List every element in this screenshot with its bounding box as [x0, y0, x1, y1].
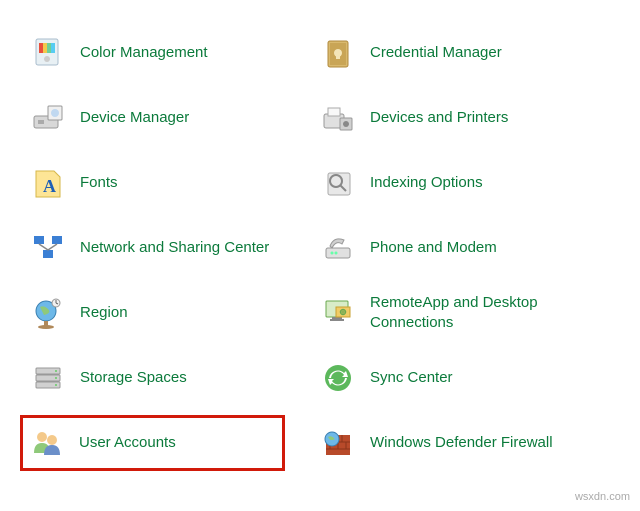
phone-modem-icon: [320, 230, 356, 266]
item-remoteapp[interactable]: RemoteApp and Desktop Connections: [320, 293, 610, 332]
label-user-accounts: User Accounts: [79, 433, 176, 453]
label-indexing-options: Indexing Options: [370, 173, 483, 193]
item-device-manager[interactable]: Device Manager: [30, 100, 320, 136]
item-network-sharing[interactable]: Network and Sharing Center: [30, 230, 320, 266]
item-storage-spaces[interactable]: Storage Spaces: [30, 360, 320, 396]
user-accounts-icon: [29, 425, 65, 461]
item-region[interactable]: Region: [30, 295, 320, 331]
network-sharing-icon: [30, 230, 66, 266]
item-color-management[interactable]: Color Management: [30, 35, 320, 71]
item-defender-firewall[interactable]: Windows Defender Firewall: [320, 425, 610, 461]
label-devices-printers: Devices and Printers: [370, 108, 508, 128]
remoteapp-icon: [320, 295, 356, 331]
region-icon: [30, 295, 66, 331]
storage-spaces-icon: [30, 360, 66, 396]
control-panel-grid: Color Management Credential Manager: [30, 20, 610, 475]
label-sync-center: Sync Center: [370, 368, 453, 388]
label-color-management: Color Management: [80, 43, 208, 63]
credential-manager-icon: [320, 35, 356, 71]
label-remoteapp: RemoteApp and Desktop Connections: [370, 293, 580, 332]
label-defender-firewall: Windows Defender Firewall: [370, 433, 553, 453]
label-phone-modem: Phone and Modem: [370, 238, 497, 258]
devices-printers-icon: [320, 100, 356, 136]
color-management-icon: [30, 35, 66, 71]
label-fonts: Fonts: [80, 173, 118, 193]
watermark: wsxdn.com: [575, 491, 630, 503]
device-manager-icon: [30, 100, 66, 136]
item-fonts[interactable]: A Fonts: [30, 165, 320, 201]
svg-text:A: A: [43, 176, 56, 196]
item-credential-manager[interactable]: Credential Manager: [320, 35, 610, 71]
label-storage-spaces: Storage Spaces: [80, 368, 187, 388]
sync-center-icon: [320, 360, 356, 396]
item-devices-printers[interactable]: Devices and Printers: [320, 100, 610, 136]
item-phone-modem[interactable]: Phone and Modem: [320, 230, 610, 266]
label-network-sharing: Network and Sharing Center: [80, 238, 269, 258]
label-device-manager: Device Manager: [80, 108, 189, 128]
label-region: Region: [80, 303, 128, 323]
defender-firewall-icon: [320, 425, 356, 461]
item-sync-center[interactable]: Sync Center: [320, 360, 610, 396]
item-indexing-options[interactable]: Indexing Options: [320, 165, 610, 201]
item-user-accounts[interactable]: User Accounts: [20, 415, 285, 471]
indexing-options-icon: [320, 165, 356, 201]
label-credential-manager: Credential Manager: [370, 43, 502, 63]
fonts-icon: A: [30, 165, 66, 201]
